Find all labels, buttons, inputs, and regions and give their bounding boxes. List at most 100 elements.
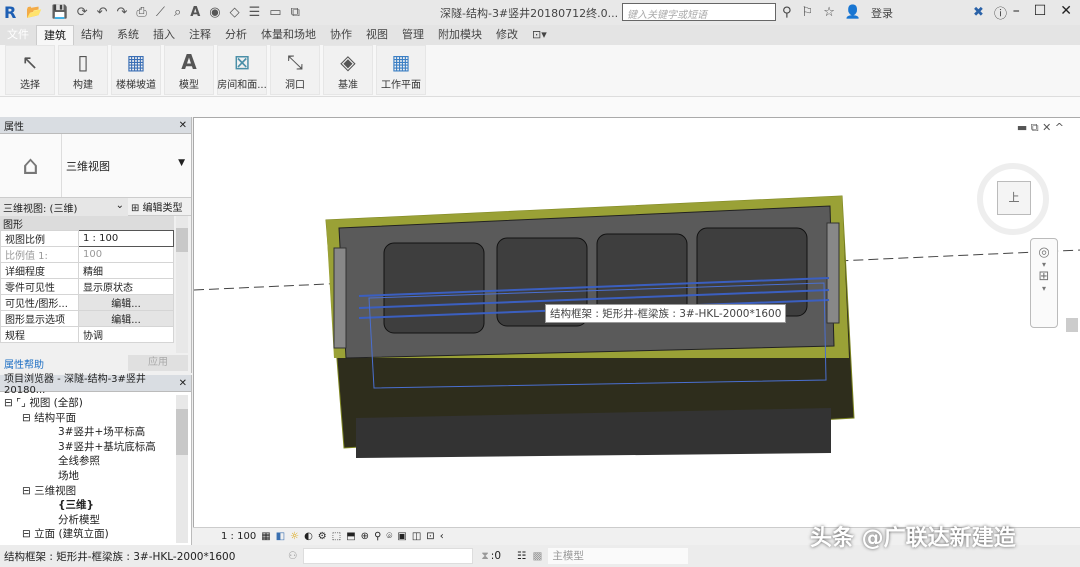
minimize-icon[interactable]: – (1013, 3, 1020, 19)
tab-insert[interactable]: 插入 (146, 25, 182, 45)
tab-systems[interactable]: 系统 (110, 25, 146, 45)
print-icon[interactable]: ⎙ (136, 5, 146, 20)
tree-node[interactable]: ⊟ 三维视图 (0, 483, 191, 498)
opening-button[interactable]: ⤡ 洞口 (270, 45, 320, 95)
tree-node[interactable]: 分析模型 (0, 512, 191, 527)
display-options-edit-button[interactable]: 编辑... (78, 310, 174, 327)
3d-view-icon[interactable]: ◉ (209, 5, 220, 20)
revit-logo[interactable]: R (4, 3, 16, 22)
open-icon[interactable]: 📂 (26, 5, 42, 20)
undo-icon[interactable]: ↶ (97, 5, 108, 20)
view-scale-input[interactable]: 1 : 100 (78, 230, 174, 247)
group-header-graphics[interactable]: 图形 (0, 216, 174, 231)
model-canvas[interactable] (193, 118, 1080, 528)
measure-icon[interactable]: ⟋ (156, 5, 165, 20)
model-button[interactable]: A 模型 (164, 45, 214, 95)
edit-type-button[interactable]: ⊞ 编辑类型 (128, 199, 183, 214)
tree-node[interactable]: 3#竖井+场平标高 (0, 424, 191, 439)
tab-addins[interactable]: 附加模块 (431, 25, 489, 45)
navigation-bar[interactable]: ◎ ▾ ⊞ ▾ (1030, 238, 1058, 328)
highlight-icon[interactable]: ◫ (412, 531, 421, 542)
render-icon[interactable]: ⚙ (318, 531, 327, 542)
shadows-icon[interactable]: ◐ (304, 531, 313, 542)
tree-node[interactable]: {三维} (0, 497, 191, 512)
stair-ramp-button[interactable]: ▦ 楼梯坡道 (111, 45, 161, 95)
editable-only-icon[interactable]: ☷ (517, 550, 526, 562)
design-options-icon[interactable]: ▩ (532, 550, 542, 562)
save-icon[interactable]: 💾 (52, 5, 68, 20)
visual-style-icon[interactable]: ◧ (276, 531, 285, 542)
tab-collaborate[interactable]: 协作 (323, 25, 359, 45)
tree-node[interactable]: 3#竖井+基坑底标高 (0, 439, 191, 454)
prop-value[interactable]: 显示原状态 (78, 278, 174, 295)
type-selector[interactable]: ⌂ 三维视图 ▼ (0, 134, 191, 198)
visibility-edit-button[interactable]: 编辑... (78, 294, 174, 311)
prop-value[interactable]: 协调 (78, 326, 174, 343)
lock-3d-icon[interactable]: ⊕ (361, 531, 369, 542)
collapse-icon[interactable]: ‹ (440, 531, 444, 542)
tab-modify[interactable]: 修改 (489, 25, 525, 45)
instance-filter-dropdown[interactable]: 三维视图: (三维) ⌄ (0, 197, 128, 216)
view-window-controls[interactable]: ▬ ⧉ ✕ ^ (1017, 121, 1064, 135)
close-icon[interactable]: ✕ (179, 120, 187, 131)
maximize-icon[interactable]: ☐ (1034, 3, 1047, 19)
detail-level-icon[interactable]: ▦ (261, 531, 270, 542)
design-option-dropdown[interactable]: 主模型 (548, 548, 689, 564)
viewcube-face-top[interactable]: 上 (997, 181, 1031, 215)
tag-icon[interactable]: ⌕ (174, 5, 181, 20)
tab-analyze[interactable]: 分析 (218, 25, 254, 45)
properties-scrollbar[interactable] (176, 216, 188, 353)
tab-annotate[interactable]: 注释 (182, 25, 218, 45)
close-icon[interactable]: ✕ (179, 378, 187, 389)
filter-icon[interactable]: ⧗ (481, 550, 488, 563)
steering-wheel-icon[interactable]: ◎ (1031, 245, 1057, 260)
browser-scrollbar[interactable] (176, 395, 188, 543)
select-button[interactable]: ↖ 选择 (5, 45, 55, 95)
ribbon-toggle-icon[interactable]: ⊡▾ (525, 25, 554, 45)
sync-icon[interactable]: ⟳ (77, 5, 88, 20)
tab-massing[interactable]: 体量和场地 (254, 25, 323, 45)
datum-button[interactable]: ◈ 基准 (323, 45, 373, 95)
show-crop-icon[interactable]: ⬒ (346, 531, 355, 542)
tab-manage[interactable]: 管理 (395, 25, 431, 45)
tab-structure[interactable]: 结构 (74, 25, 110, 45)
tree-node[interactable]: 场地 (0, 468, 191, 483)
scale-selector[interactable]: 1 : 100 (221, 531, 256, 542)
help-icon[interactable]: ⓘ (994, 3, 1007, 22)
tree-node[interactable]: ⊟ 结构平面 (0, 410, 191, 425)
worksharing-icon[interactable]: ⊡ (426, 531, 434, 542)
redo-icon[interactable]: ↷ (117, 5, 128, 20)
temp-hide-icon[interactable]: ⚲ (374, 531, 381, 542)
room-area-button[interactable]: ⊠ 房间和面... (217, 45, 267, 95)
tab-view[interactable]: 视图 (359, 25, 395, 45)
build-button[interactable]: ▯ 构建 (58, 45, 108, 95)
login-link[interactable]: 登录 (871, 5, 893, 21)
tab-file[interactable]: 文件 (0, 25, 36, 45)
sun-path-icon[interactable]: ☼ (290, 531, 299, 542)
zoom-region-icon[interactable]: ⊞ (1031, 269, 1057, 284)
text-icon[interactable]: A (190, 5, 200, 20)
star-icon[interactable]: ☆ (823, 5, 835, 20)
section-icon[interactable]: ◇ (230, 5, 240, 20)
viewcube[interactable]: 上 (977, 163, 1049, 235)
subscription-icon[interactable]: ⚐ (802, 5, 814, 20)
analytical-icon[interactable]: ▣ (397, 531, 406, 542)
tree-node[interactable]: ⊟ ⌜⌟ 视图 (全部) (0, 395, 191, 410)
user-icon[interactable]: 👤 (845, 5, 861, 20)
exchange-icon[interactable]: ✖ (973, 5, 984, 20)
tab-architecture[interactable]: 建筑 (36, 25, 74, 45)
prop-value[interactable]: 精细 (78, 262, 174, 279)
workset-dropdown[interactable] (303, 548, 474, 564)
close-icon[interactable]: ✕ (1060, 3, 1072, 19)
switch-windows-icon[interactable]: ⧉ (291, 5, 300, 20)
close-hidden-icon[interactable]: ▭ (269, 5, 281, 20)
apply-button[interactable]: 应用 (128, 355, 188, 371)
crop-view-icon[interactable]: ⬚ (332, 531, 341, 542)
thin-lines-icon[interactable]: ☰ (249, 5, 261, 20)
work-plane-button[interactable]: ▦ 工作平面 (376, 45, 426, 95)
tree-node[interactable]: 全线参照 (0, 453, 191, 468)
binoculars-icon[interactable]: ⚲ (782, 5, 792, 20)
reveal-hidden-icon[interactable]: ⌾ (386, 531, 392, 542)
search-input[interactable]: 键入关键字或短语 (622, 3, 776, 21)
properties-help-link[interactable]: 属性帮助 (4, 356, 44, 371)
